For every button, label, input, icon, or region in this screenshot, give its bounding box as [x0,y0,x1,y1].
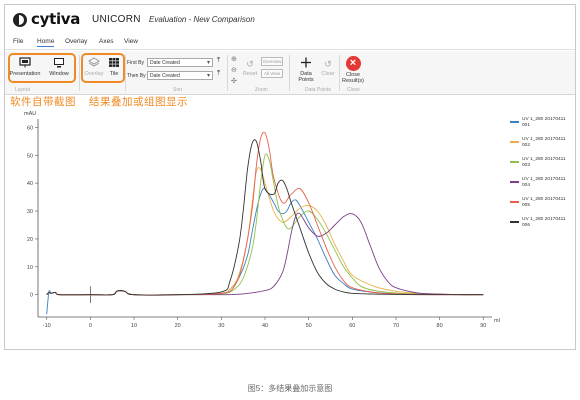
highlight-box-layout [8,53,76,83]
legend-item: UV 1_280 20170411 003 [510,157,574,177]
reset-icon: ↺ [246,59,254,69]
legend-label: UV 1_280 20170411 005 [522,197,566,208]
legend-item: UV 1_280 20170411 001 [510,117,574,137]
clear-icon: ↺ [324,59,332,69]
legend-swatch [510,161,519,163]
product-name: UNICORN [92,14,141,25]
legend-item: UV 1_280 20170411 006 [510,217,574,237]
y-axis-label: mAU [24,111,36,117]
then-by-value: Date Created [150,73,180,79]
legend-item: UV 1_280 20170411 004 [510,177,574,197]
x-tick-label: 60 [349,323,355,329]
legend-label: UV 1_280 20170411 006 [522,217,566,228]
series-line-1 [46,187,484,315]
ribbon-separator [339,55,340,91]
y-tick-label: 60 [27,125,33,131]
data-points-button[interactable]: Data Points [293,57,319,83]
series-line-4 [46,212,484,296]
chart-legend: UV 1_280 20170411 001 UV 1_280 20170411 0… [510,117,574,237]
clear-button[interactable]: ↺ Clear [320,59,336,77]
y-tick-label: 10 [27,265,33,271]
chromatogram-chart: 0 10 20 30 40 50 60 -10 0 10 20 30 40 50 60 70 80 90 mAU ml [24,111,500,329]
x-tick-label: 0 [89,323,92,329]
y-tick-label: 30 [27,209,33,215]
x-tick-label: 30 [218,323,224,329]
legend-label: UV 1_280 20170411 001 [522,117,566,128]
data-points-label: Data Points [298,71,314,83]
ribbon-separator [79,55,80,91]
legend-item: UV 1_280 20170411 005 [510,197,574,217]
legend-swatch [510,121,519,123]
x-tick-label: 50 [306,323,312,329]
x-tick-label: 10 [131,323,137,329]
menu-view[interactable]: View [124,38,138,45]
x-tick-label: 20 [175,323,181,329]
close-results-label: Close Result(s) [341,72,364,84]
chevron-down-icon: ▾ [206,60,210,66]
series-line-2 [46,167,484,296]
series-line-3 [46,153,484,296]
clear-label: Clear [321,71,335,77]
menu-file[interactable]: File [13,38,23,45]
ribbon-separator [289,55,290,91]
close-icon: × [345,56,361,71]
chevron-down-icon: ▾ [206,73,210,79]
ribbon-separator [125,55,126,91]
cytiva-logo-icon [13,13,27,27]
legend-label: UV 1_280 20170411 004 [522,177,566,188]
legend-swatch [510,181,519,183]
document-title: Evaluation - New Comparison [149,15,255,24]
brand-name: cytiva [31,10,81,28]
sort-icon[interactable]: ⤒ [217,70,220,78]
overview-button[interactable]: Overview [261,57,283,66]
then-by-label: Then By [127,73,146,79]
first-by-select[interactable]: Date Created ▾ [147,58,213,67]
menu-axes[interactable]: Axes [99,38,113,45]
y-tick-label: 20 [27,237,33,243]
legend-label: UV 1_280 20170411 002 [522,137,566,148]
x-axis-label: ml [494,318,500,324]
x-tick-label: 70 [393,323,399,329]
data-points-icon [301,57,311,68]
x-tick-label: -10 [43,323,51,329]
x-tick-label: 90 [480,323,486,329]
menu-bar: File Home Overlay Axes View [5,36,575,50]
y-tick-label: 40 [27,181,33,187]
title-bar: cytiva UNICORN Evaluation - New Comparis… [5,5,575,35]
zoom-in-icon[interactable]: ⊕ [231,55,237,63]
x-tick-label: 40 [262,323,268,329]
legend-swatch [510,221,519,223]
first-by-label: First By [127,60,144,66]
menu-overlay[interactable]: Overlay [65,38,87,45]
y-tick-label: 50 [27,153,33,159]
figure-caption: 图5：多结果叠加示意图 [247,384,333,393]
then-by-select[interactable]: Date Created ▾ [147,71,213,80]
ribbon-separator [227,55,228,91]
reset-button[interactable]: ↺ Reset [242,59,258,77]
highlight-box-tile [81,53,125,83]
series-line-6 [46,139,484,296]
menu-home[interactable]: Home [37,38,55,47]
reset-label: Reset [242,71,258,77]
pan-icon[interactable]: ✣ [231,77,237,85]
y-tick-label: 0 [30,293,33,299]
zoom-out-icon[interactable]: ⊖ [231,66,237,74]
legend-label: UV 1_280 20170411 003 [522,157,566,168]
all-view-button[interactable]: All View [261,69,283,78]
sort-icon[interactable]: ⤒ [217,57,220,65]
close-results-button[interactable]: × Close Result(s) [341,56,365,84]
first-by-value: Date Created [150,60,180,66]
legend-item: UV 1_280 20170411 002 [510,137,574,157]
x-tick-label: 80 [437,323,443,329]
legend-swatch [510,201,519,203]
legend-swatch [510,141,519,143]
